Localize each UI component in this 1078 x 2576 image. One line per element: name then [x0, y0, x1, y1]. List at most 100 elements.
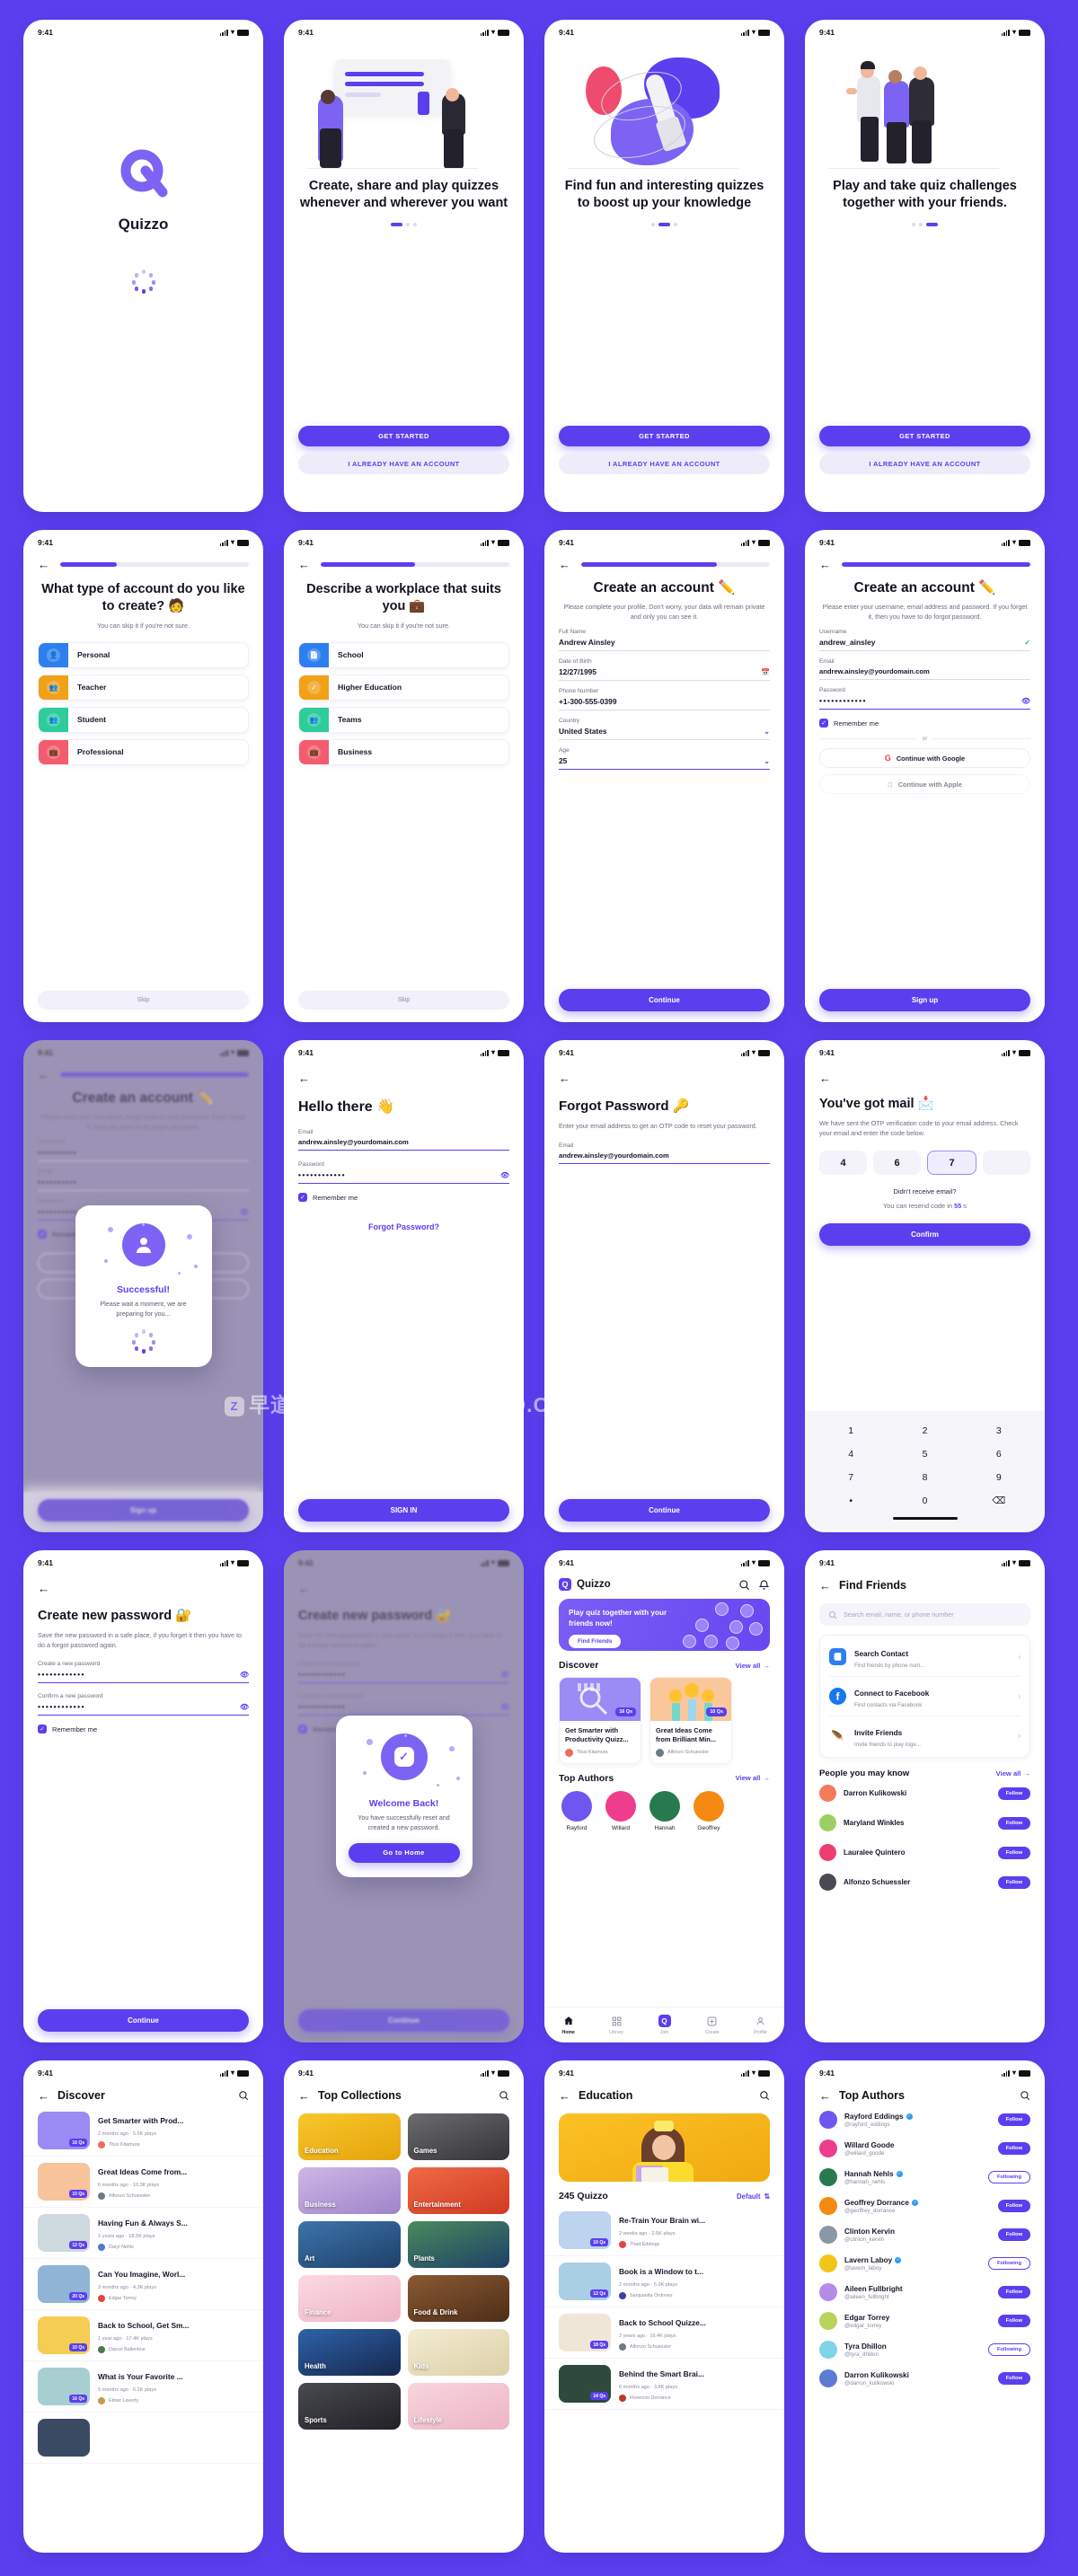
author-row[interactable]: Geoffrey Dorrance ✓ @geoffrey_dorrance Fo… — [805, 2192, 1045, 2220]
field-age[interactable]: Age 25 ⌄ — [559, 747, 770, 771]
author-row[interactable]: Willard Goode @willard_goode Follow — [805, 2134, 1045, 2163]
follow-button[interactable]: Follow — [997, 1786, 1030, 1800]
calendar-icon[interactable]: 📅 — [761, 668, 770, 676]
field-password[interactable]: Password •••••••••••• 👁 — [298, 1161, 509, 1185]
author-row[interactable]: Edgar Torrey @edgar_torrey Follow — [805, 2307, 1045, 2335]
chevron-down-icon[interactable]: ⌄ — [764, 757, 770, 765]
forgot-password-link[interactable]: Forgot Password? — [368, 1222, 439, 1231]
key-2[interactable]: 2 — [888, 1419, 961, 1442]
option-personal[interactable]: 👤 Personal — [38, 641, 249, 668]
option-business[interactable]: 💼 Business — [298, 738, 509, 765]
collection-card[interactable]: Art — [298, 2221, 401, 2268]
eye-off-icon[interactable]: 👁 — [240, 1671, 249, 1679]
tab-home[interactable]: Home — [544, 2016, 592, 2035]
skip-button[interactable]: Skip — [38, 991, 249, 1010]
confirm-button[interactable]: Confirm — [819, 1222, 1030, 1246]
tab-library[interactable]: Library — [592, 2016, 640, 2035]
back-icon[interactable]: ← — [38, 1582, 49, 1595]
key-0[interactable]: 0 — [888, 1489, 961, 1513]
have-account-button[interactable]: I ALREADY HAVE AN ACCOUNT — [298, 454, 509, 474]
method-connect-facebook[interactable]: f Connect to Facebook Find contacts via … — [829, 1677, 1021, 1716]
author-row[interactable]: Rayford Eddings ✓ @rayford_eddings Follow — [805, 2105, 1045, 2134]
collection-card[interactable]: Lifestyle — [407, 2383, 509, 2430]
tab-join[interactable]: Q Join — [641, 2015, 688, 2035]
sign-in-button[interactable]: SIGN IN — [298, 1499, 509, 1522]
tab-profile[interactable]: Profile — [737, 2016, 784, 2035]
field-email[interactable]: Email andrew.ainsley@yourdomain.com — [298, 1129, 509, 1151]
key-5[interactable]: 5 — [888, 1442, 961, 1466]
back-icon[interactable]: ← — [819, 2090, 831, 2102]
author-row[interactable]: Hannah Nehls ✓ @hannah_nehls Following — [805, 2163, 1045, 2192]
search-input[interactable]: Search email, name, or phone number — [819, 1603, 1030, 1626]
otp-digit-2[interactable]: 6 — [873, 1151, 921, 1175]
authors-view-all-link[interactable]: View all → — [736, 1774, 770, 1782]
author-row[interactable]: Clinton Kervin @clinton_kervin Follow — [805, 2220, 1045, 2249]
sign-up-button[interactable]: Sign up — [819, 989, 1030, 1011]
back-icon[interactable]: ← — [559, 2090, 570, 2102]
have-account-button[interactable]: I ALREADY HAVE AN ACCOUNT — [819, 454, 1030, 474]
discover-view-all-link[interactable]: View all → — [736, 1662, 770, 1670]
list-item[interactable]: 10 Qs Great Ideas Come from... 6 months … — [23, 2157, 263, 2208]
key-dot[interactable]: • — [814, 1489, 888, 1513]
field-country[interactable]: Country United States ⌄ — [559, 718, 770, 741]
back-icon[interactable]: ← — [819, 559, 831, 570]
collection-card[interactable]: Sports — [298, 2383, 401, 2430]
back-icon[interactable]: ← — [559, 1072, 570, 1085]
sort-control[interactable]: Default ⇅ — [737, 2192, 770, 2201]
following-button[interactable]: Following — [987, 2171, 1030, 2183]
person-row[interactable]: Alfonzo Schuessler Follow — [805, 1867, 1045, 1897]
discover-card[interactable]: 10 Qs Great Ideas Come from Brilliant Mi… — [649, 1677, 732, 1764]
author-item[interactable]: Geoffrey — [691, 1790, 727, 1831]
list-item[interactable]: 16 Qs Get Smarter with Prod... 2 months … — [23, 2105, 263, 2157]
bell-icon[interactable] — [758, 1579, 770, 1591]
person-row[interactable]: Darron Kulikowski Follow — [805, 1778, 1045, 1808]
onboarding-dots[interactable] — [559, 223, 770, 227]
collection-card[interactable]: Games — [407, 2113, 509, 2160]
follow-button[interactable]: Follow — [997, 2113, 1030, 2126]
list-item[interactable]: 20 Qs Can You Imagine, Worl... 3 months … — [23, 2259, 263, 2310]
back-icon[interactable]: ← — [38, 559, 49, 570]
follow-button[interactable]: Follow — [997, 2286, 1030, 2298]
eye-off-icon[interactable]: 👁 — [1021, 697, 1030, 705]
method-search-contact[interactable]: Search Contact Find friends by phone num… — [829, 1637, 1021, 1677]
back-icon[interactable]: ← — [298, 2090, 310, 2102]
key-9[interactable]: 9 — [962, 1466, 1036, 1489]
eye-off-icon[interactable]: 👁 — [500, 1171, 509, 1179]
onboarding-dots[interactable] — [298, 223, 509, 227]
author-item[interactable]: Hannah — [647, 1790, 683, 1831]
back-icon[interactable]: ← — [559, 559, 570, 570]
follow-button[interactable]: Follow — [997, 1846, 1030, 1859]
continue-with-apple-button[interactable]:  Continue with Apple — [819, 774, 1030, 795]
author-row[interactable]: Tyra Dhillon @tyra_dhillon Following — [805, 2335, 1045, 2364]
home-banner[interactable]: Play quiz together with your friends now… — [559, 1599, 770, 1651]
remember-me-checkbox[interactable]: ✓ Remember me — [298, 1193, 509, 1203]
top-authors-row[interactable]: Rayford Willard Hannah Geoffrey — [544, 1784, 784, 1831]
skip-button[interactable]: Skip — [298, 991, 509, 1010]
get-started-button[interactable]: GET STARTED — [819, 426, 1030, 446]
field-date-of-birth[interactable]: Date of Birth 12/27/1995 📅 — [559, 658, 770, 682]
get-started-button[interactable]: GET STARTED — [559, 426, 770, 446]
option-student[interactable]: 👥 Student — [38, 706, 249, 733]
search-icon[interactable] — [499, 2090, 509, 2101]
list-item[interactable]: 12 Qs Book is a Window to t... 2 months … — [544, 2256, 784, 2307]
get-started-button[interactable]: GET STARTED — [298, 426, 509, 446]
option-school[interactable]: 📄 School — [298, 641, 509, 668]
continue-button[interactable]: Continue — [38, 2009, 249, 2032]
field-password[interactable]: Password •••••••••••• 👁 — [819, 687, 1030, 710]
person-row[interactable]: Lauralee Quintero Follow — [805, 1838, 1045, 1867]
author-row[interactable]: Lavern Laboy ✓ @lavern_laboy Following — [805, 2249, 1045, 2278]
follow-button[interactable]: Follow — [997, 2372, 1030, 2385]
otp-digit-3[interactable]: 7 — [927, 1151, 976, 1175]
key-1[interactable]: 1 — [814, 1419, 888, 1442]
onboarding-dots[interactable] — [819, 223, 1030, 227]
remember-me-checkbox[interactable]: ✓ Remember me — [819, 719, 1030, 728]
option-teacher[interactable]: 👥 Teacher — [38, 674, 249, 701]
back-icon[interactable]: ← — [819, 1072, 831, 1085]
list-item[interactable]: 18 Qs Back to School Quizze... 2 years a… — [544, 2307, 784, 2359]
option-higher-education[interactable]: ✓ Higher Education — [298, 674, 509, 701]
follow-button[interactable]: Follow — [997, 2200, 1030, 2212]
collection-card[interactable]: Education — [298, 2113, 401, 2160]
key-6[interactable]: 6 — [962, 1442, 1036, 1466]
field-new-password[interactable]: Create a new password •••••••••••• 👁 — [38, 1661, 249, 1683]
field-phone-number[interactable]: Phone Number +1-300-555-0399 — [559, 688, 770, 711]
